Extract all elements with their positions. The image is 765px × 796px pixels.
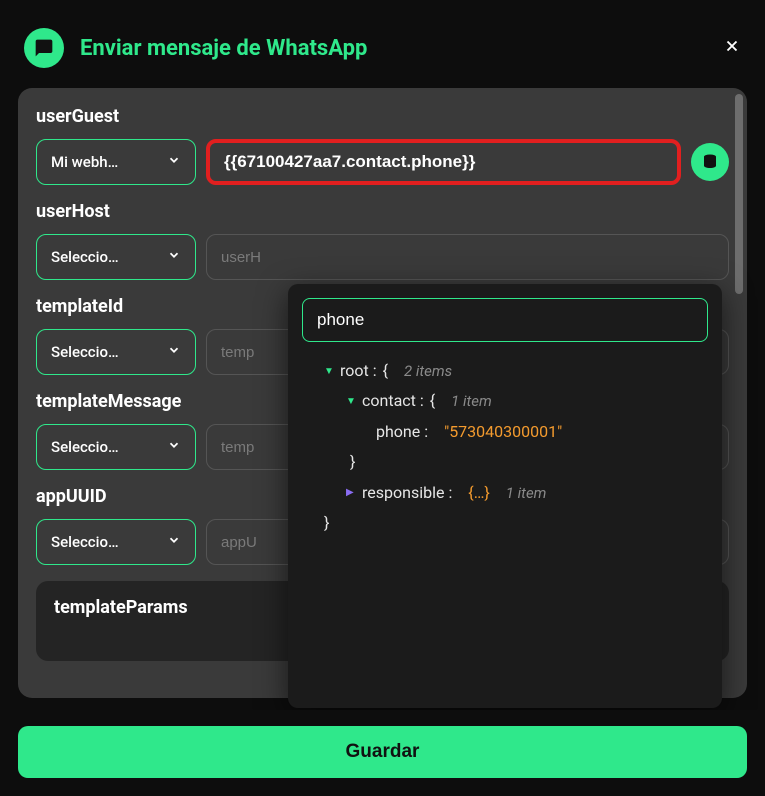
select-userhost-value: Seleccio… (51, 248, 119, 266)
close-button[interactable] (723, 37, 741, 60)
brace-close: } (324, 508, 329, 538)
tree-key: contact : (362, 386, 424, 416)
chevron-down-icon (167, 533, 181, 551)
tree-node-responsible[interactable]: ▶ responsible : {…} 1 item (302, 478, 708, 508)
tree-collapsed: {…} (468, 478, 490, 508)
whatsapp-chat-icon (24, 28, 64, 68)
select-templateid-value: Seleccio… (51, 343, 119, 361)
input-userguest[interactable] (206, 139, 681, 185)
caret-down-icon: ▼ (324, 362, 334, 381)
select-userguest-value: Mi webh… (51, 153, 118, 171)
label-userhost: userHost (36, 201, 729, 222)
select-templateid[interactable]: Seleccio… (36, 329, 196, 375)
field-userhost: userHost Seleccio… (36, 201, 729, 280)
field-userguest: userGuest Mi webh… (36, 106, 729, 185)
modal-container: Enviar mensaje de WhatsApp userGuest Mi … (0, 0, 765, 796)
row-userhost: Seleccio… (36, 234, 729, 280)
select-appuuid[interactable]: Seleccio… (36, 519, 196, 565)
variable-tree: ▼ root : { 2 items ▼ contact : { 1 item … (302, 356, 708, 538)
tree-count: 1 item (506, 479, 547, 508)
variable-search-input[interactable] (302, 298, 708, 342)
variable-picker-popover: ▼ root : { 2 items ▼ contact : { 1 item … (288, 284, 722, 708)
brace-open: { (430, 386, 435, 416)
save-button[interactable]: Guardar (18, 726, 747, 778)
row-userguest: Mi webh… (36, 139, 729, 185)
tree-value: "573040300001" (444, 417, 562, 447)
brace-close: } (350, 447, 355, 477)
tree-node-phone[interactable]: phone : "573040300001" (302, 417, 708, 447)
tree-key: root : (340, 356, 377, 386)
select-templatemessage[interactable]: Seleccio… (36, 424, 196, 470)
chevron-down-icon (167, 153, 181, 171)
tree-node-contact[interactable]: ▼ contact : { 1 item (302, 386, 708, 416)
content-area: userGuest Mi webh… userHost (0, 88, 765, 710)
modal-footer: Guardar (0, 710, 765, 796)
variable-picker-button[interactable] (691, 143, 729, 181)
modal-title: Enviar mensaje de WhatsApp (80, 36, 707, 61)
brace-open: { (383, 356, 388, 386)
caret-right-icon: ▶ (346, 483, 356, 502)
tree-count: 2 items (404, 357, 452, 386)
chevron-down-icon (167, 343, 181, 361)
tree-key: responsible : (362, 478, 452, 508)
tree-brace-close: } (302, 447, 708, 477)
chevron-down-icon (167, 248, 181, 266)
select-userhost[interactable]: Seleccio… (36, 234, 196, 280)
tree-node-root[interactable]: ▼ root : { 2 items (302, 356, 708, 386)
modal-header: Enviar mensaje de WhatsApp (0, 0, 765, 88)
select-userguest[interactable]: Mi webh… (36, 139, 196, 185)
tree-brace-close-root: } (302, 508, 708, 538)
tree-count: 1 item (451, 387, 492, 416)
input-userhost[interactable] (206, 234, 729, 280)
label-userguest: userGuest (36, 106, 729, 127)
select-templatemessage-value: Seleccio… (51, 438, 119, 456)
select-appuuid-value: Seleccio… (51, 533, 119, 551)
scrollbar-thumb[interactable] (735, 94, 743, 294)
caret-down-icon: ▼ (346, 392, 356, 411)
chevron-down-icon (167, 438, 181, 456)
tree-key: phone : (376, 417, 428, 447)
